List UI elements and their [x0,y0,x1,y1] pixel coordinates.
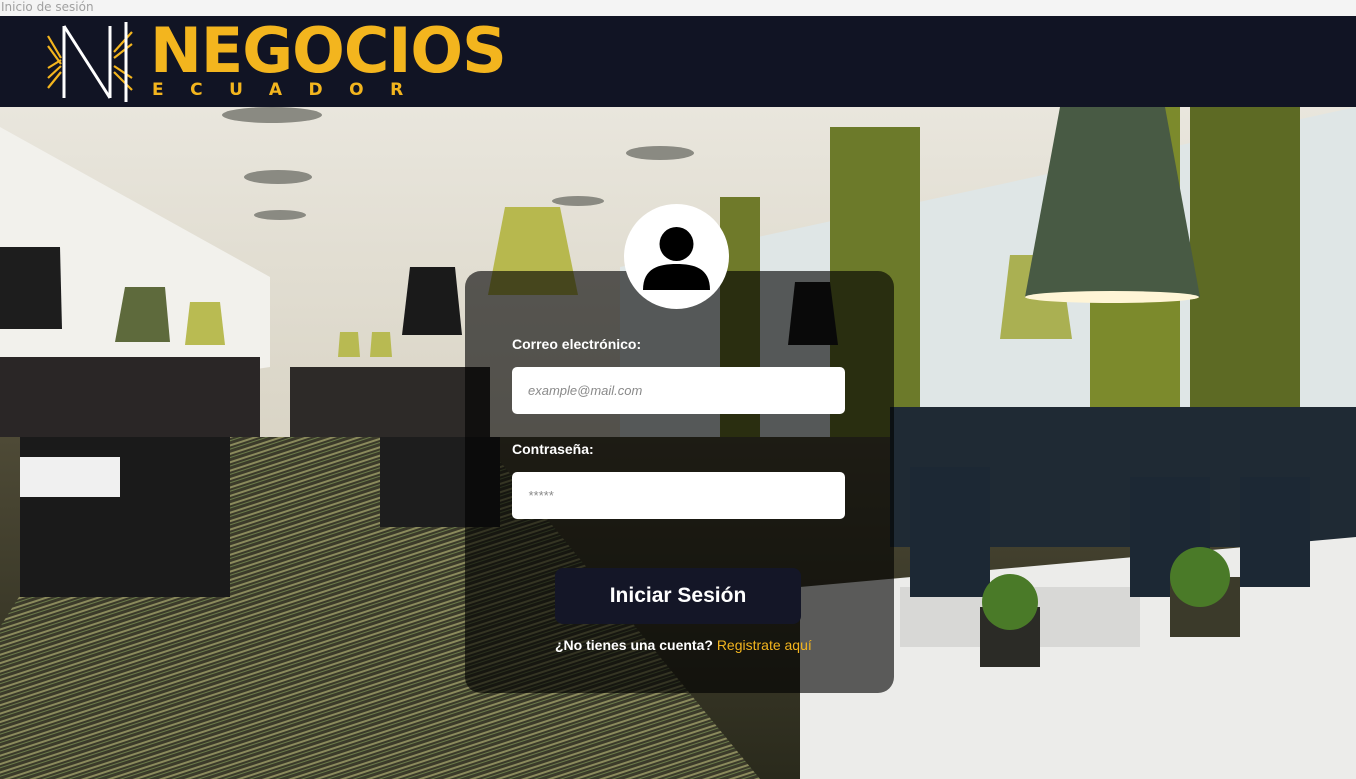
signup-prompt: ¿No tienes una cuenta? Registrate aquí [555,636,815,654]
brand-name: NEGOCIOS [150,14,507,87]
top-header: NEGOCIOS ECUADOR [0,16,1356,107]
email-label: Correo electrónico: [512,336,642,352]
password-label: Contraseña: [512,441,594,457]
login-submit-button[interactable]: Iniciar Sesión [555,568,801,624]
register-link[interactable]: Registrate aquí [717,637,812,653]
logo-mark-icon [47,22,133,102]
no-account-text: ¿No tienes una cuenta? [555,637,713,653]
email-input[interactable] [512,367,845,414]
brand-subtitle: ECUADOR [152,80,430,100]
user-icon [624,204,729,309]
password-input[interactable] [512,472,845,519]
